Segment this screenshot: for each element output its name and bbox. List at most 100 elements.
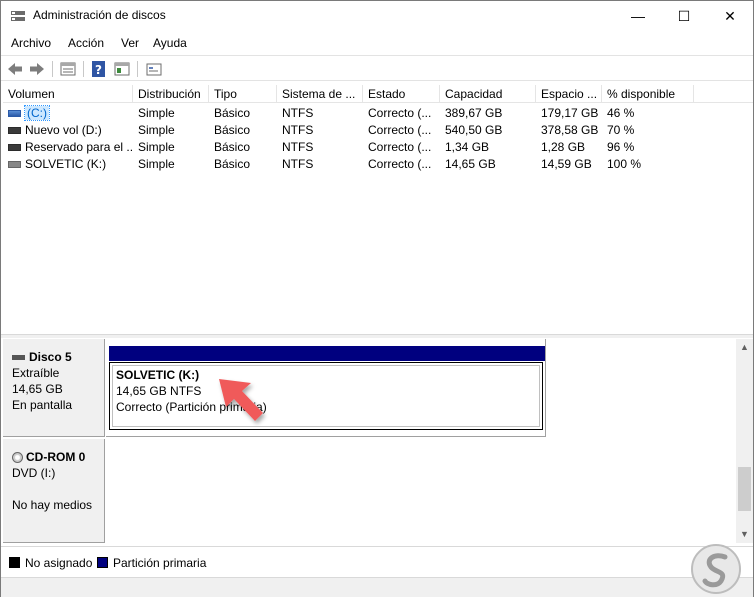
close-icon: ✕	[724, 8, 736, 24]
free-space-cell: 179,17 GB	[541, 106, 599, 120]
layout-cell: Simple	[138, 106, 175, 120]
type-cell: Básico	[214, 123, 251, 137]
column-header-estado[interactable]: Estado	[363, 85, 440, 103]
volume-name: Reservado para el ...	[25, 140, 133, 154]
disk-title: CD-ROM 0	[12, 449, 104, 465]
column-header-volumen[interactable]: Volumen	[3, 85, 133, 103]
column-header-distribucion[interactable]: Distribución	[133, 85, 209, 103]
cdrom-0-label[interactable]: CD-ROM 0 DVD (I:) No hay medios	[3, 439, 105, 543]
toolbar: ?	[1, 55, 753, 81]
minimize-button[interactable]: —	[615, 1, 661, 31]
toolbar-separator	[52, 61, 53, 77]
column-header-tipo[interactable]: Tipo	[209, 85, 277, 103]
help-icon[interactable]: ?	[90, 60, 108, 78]
volume-cell: Nuevo vol (D:)	[3, 122, 133, 139]
partition-size: 14,65 GB NTFS	[116, 384, 202, 398]
capacity-cell: 540,50 GB	[445, 123, 503, 137]
filesystem-cell: NTFS	[282, 123, 314, 137]
filesystem-cell: NTFS	[282, 157, 314, 171]
volume-name: SOLVETIC (K:)	[25, 157, 107, 171]
legend-primary-label: Partición primaria	[113, 556, 207, 570]
disk-kind: Extraíble	[12, 366, 60, 380]
type-cell: Básico	[214, 140, 251, 154]
volume-list-header: Volumen Distribución Tipo Sistema de ...…	[3, 85, 753, 103]
settings-icon[interactable]	[145, 60, 163, 78]
status-cell: Correcto (...	[368, 140, 432, 154]
cdrom-icon	[12, 452, 23, 464]
scroll-up-icon[interactable]: ▲	[736, 339, 753, 356]
console-tree-icon[interactable]	[113, 60, 131, 78]
watermark-logo-icon	[691, 544, 741, 594]
toolbar-separator	[137, 61, 138, 77]
menu-ver[interactable]: Ver	[121, 36, 139, 50]
filesystem-cell: NTFS	[282, 106, 314, 120]
table-row[interactable]: (C:) Simple Básico NTFS Correcto (... 38…	[3, 105, 753, 122]
free-space-cell: 1,28 GB	[541, 140, 586, 154]
status-bar	[1, 577, 753, 597]
layout-cell: Simple	[138, 123, 175, 137]
legend-unallocated: No asignado	[9, 556, 92, 570]
drive-icon	[8, 144, 21, 152]
disk-5-label[interactable]: Disco 5 Extraíble 14,65 GB En pantalla	[3, 339, 105, 437]
maximize-button[interactable]: ☐	[661, 1, 707, 31]
drive-icon	[8, 127, 21, 135]
legend: No asignado Partición primaria	[1, 546, 753, 576]
back-icon[interactable]	[6, 60, 24, 78]
forward-icon[interactable]	[28, 60, 46, 78]
drive-icon	[8, 161, 21, 169]
disk-size: 14,65 GB	[12, 382, 63, 396]
column-header-espacio[interactable]: Espacio ...	[536, 85, 602, 103]
volume-cell: Reservado para el ...	[3, 139, 133, 156]
volume-name: Nuevo vol (D:)	[25, 123, 102, 137]
disk-status: No hay medios	[12, 498, 93, 512]
percent-free-cell: 70 %	[607, 123, 635, 137]
pane-splitter[interactable]	[1, 334, 753, 338]
table-row[interactable]: Nuevo vol (D:) Simple Básico NTFS Correc…	[3, 122, 753, 139]
menu-ayuda[interactable]: Ayuda	[153, 36, 187, 50]
drive-icon	[8, 110, 21, 118]
column-header-capacidad[interactable]: Capacidad	[440, 85, 536, 103]
status-cell: Correcto (...	[368, 106, 432, 120]
table-row[interactable]: Reservado para el ... Simple Básico NTFS…	[3, 139, 753, 156]
disk-name: CD-ROM 0	[26, 450, 86, 464]
scroll-thumb[interactable]	[738, 467, 751, 511]
free-space-cell: 378,58 GB	[541, 123, 599, 137]
disk-management-window: Administración de discos — ☐ ✕ Archivo A…	[0, 0, 754, 597]
table-row[interactable]: SOLVETIC (K:) Simple Básico NTFS Correct…	[3, 156, 753, 173]
column-header-disponible[interactable]: % disponible	[602, 85, 694, 103]
disk-5-partitions: SOLVETIC (K:) 14,65 GB NTFS Correcto (Pa…	[106, 339, 546, 437]
layout-cell: Simple	[138, 140, 175, 154]
capacity-cell: 14,65 GB	[445, 157, 496, 171]
menu-accion[interactable]: Acción	[68, 36, 104, 50]
partition-name: SOLVETIC (K:)	[116, 368, 200, 382]
disk-name: Disco 5	[29, 350, 72, 364]
primary-partition-bar	[109, 346, 545, 361]
volume-cell: SOLVETIC (K:)	[3, 156, 133, 173]
menu-archivo[interactable]: Archivo	[11, 36, 51, 50]
capacity-cell: 1,34 GB	[445, 140, 490, 154]
unallocated-swatch	[9, 557, 20, 568]
column-header-sistema[interactable]: Sistema de ...	[277, 85, 363, 103]
volume-name: (C:)	[24, 105, 50, 121]
window-title: Administración de discos	[33, 8, 166, 22]
graphical-view-scrollbar[interactable]: ▲ ▼	[736, 339, 753, 543]
menu-bar: Archivo Acción Ver Ayuda	[1, 32, 753, 54]
toolbar-separator	[83, 61, 84, 77]
removable-disk-icon	[12, 355, 25, 361]
primary-swatch	[97, 557, 108, 568]
partition-status: Correcto (Partición primaria)	[116, 400, 267, 414]
svg-text:?: ?	[95, 63, 102, 77]
volume-list: Volumen Distribución Tipo Sistema de ...…	[3, 85, 753, 333]
properties-icon[interactable]	[59, 60, 77, 78]
annotation-arrow-icon	[219, 379, 263, 421]
status-cell: Correcto (...	[368, 157, 432, 171]
partition-solvetic[interactable]: SOLVETIC (K:) 14,65 GB NTFS Correcto (Pa…	[109, 362, 543, 430]
legend-unallocated-label: No asignado	[25, 556, 93, 570]
close-button[interactable]: ✕	[707, 1, 753, 31]
type-cell: Básico	[214, 157, 251, 171]
filesystem-cell: NTFS	[282, 140, 314, 154]
type-cell: Básico	[214, 106, 251, 120]
title-bar: Administración de discos — ☐ ✕	[1, 1, 753, 31]
status-cell: Correcto (...	[368, 123, 432, 137]
layout-cell: Simple	[138, 157, 175, 171]
